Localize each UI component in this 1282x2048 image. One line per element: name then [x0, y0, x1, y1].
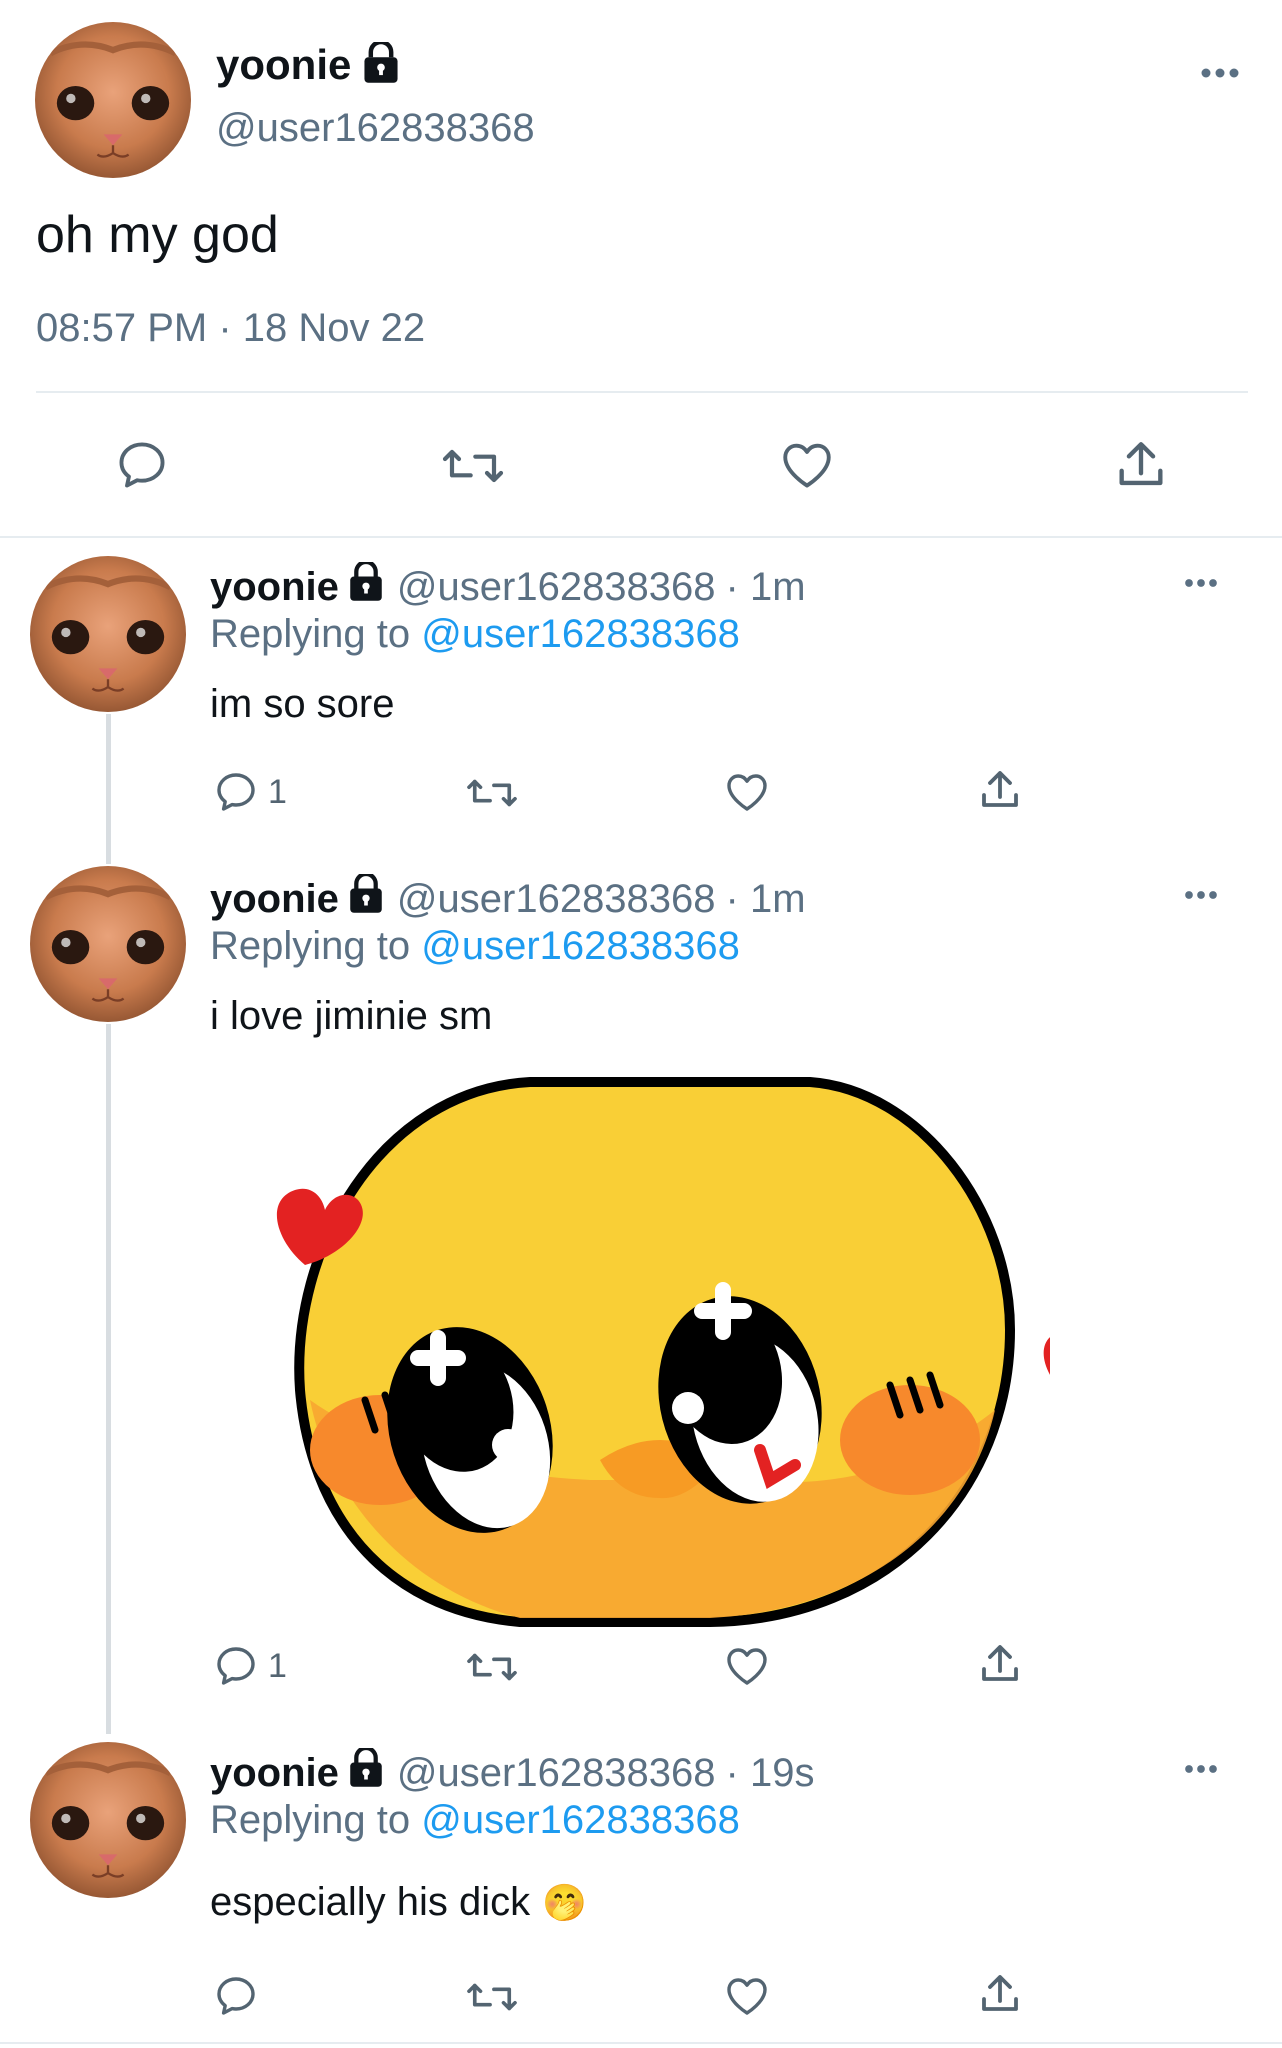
retweet-icon — [467, 1653, 517, 1681]
more-icon[interactable] — [1182, 888, 1220, 906]
retweet-icon — [467, 1983, 517, 2011]
reply-text: im so sore — [210, 682, 395, 726]
timestamp: 08:57 PM · 18 Nov 22 — [36, 306, 426, 350]
thread-line — [106, 1024, 111, 1734]
replying-to-label: Replying to — [210, 612, 411, 656]
replying-to: Replying to @user162838368 — [210, 924, 740, 969]
share-icon — [982, 1975, 1018, 2011]
divider — [0, 2042, 1282, 2044]
reply-header: yoonie @user162838368 · 1m — [210, 872, 806, 926]
share-button[interactable] — [976, 1970, 1024, 2020]
replying-to-label: Replying to — [210, 924, 411, 968]
relative-time: · 1m — [725, 876, 806, 921]
retweet-button[interactable] — [464, 1974, 520, 2020]
mention-link[interactable]: @user162838368 — [421, 612, 740, 656]
reply-count: 1 — [268, 772, 287, 811]
retweet-button[interactable] — [464, 770, 520, 816]
tweet-media-sticker[interactable] — [218, 1070, 1124, 1630]
display-name[interactable]: yoonie — [216, 41, 351, 89]
like-icon — [727, 1648, 767, 1685]
like-button[interactable] — [722, 1642, 772, 1690]
retweet-button[interactable] — [464, 1644, 520, 1690]
like-icon — [783, 443, 831, 488]
like-button[interactable] — [776, 436, 838, 494]
display-name[interactable]: yoonie — [210, 565, 339, 610]
reply-text: especially his dick — [210, 1880, 531, 1924]
reply-button[interactable]: 1 — [212, 1642, 287, 1690]
share-button[interactable] — [976, 1640, 1024, 1690]
retweet-icon — [467, 779, 517, 807]
reply-button[interactable]: 1 — [212, 768, 287, 816]
emoji-hand-over-mouth: 🤭 — [542, 1881, 587, 1923]
like-icon — [727, 1978, 767, 2015]
share-icon — [982, 771, 1018, 807]
more-icon[interactable] — [1182, 1762, 1220, 1780]
reply-text: i love jiminie sm — [210, 994, 493, 1038]
like-button[interactable] — [722, 1972, 772, 2020]
replying-to-label: Replying to — [210, 1798, 411, 1842]
lock-icon — [347, 562, 385, 612]
avatar[interactable] — [35, 22, 191, 178]
reply-icon — [217, 773, 255, 811]
reply-count: 1 — [268, 1646, 287, 1685]
tweet-text: oh my god — [36, 206, 279, 264]
retweet-button[interactable] — [440, 438, 506, 494]
replying-to: Replying to @user162838368 — [210, 1798, 740, 1843]
reply-button[interactable] — [112, 436, 172, 494]
like-button[interactable] — [722, 768, 772, 816]
lock-icon — [347, 1748, 385, 1798]
more-icon[interactable] — [1182, 576, 1220, 594]
thread-line — [106, 714, 111, 864]
share-icon — [982, 1645, 1018, 1681]
more-icon[interactable] — [1200, 66, 1240, 85]
share-button[interactable] — [1112, 436, 1170, 496]
display-name[interactable]: yoonie — [210, 1751, 339, 1796]
reply-header: yoonie @user162838368 · 19s — [210, 1746, 814, 1800]
reply-button[interactable] — [212, 1972, 260, 2020]
retweet-icon — [442, 449, 504, 483]
divider — [36, 391, 1248, 393]
share-button[interactable] — [976, 766, 1024, 816]
like-icon — [727, 774, 767, 811]
handle[interactable]: @user162838368 — [397, 1751, 716, 1796]
reply-icon — [119, 442, 165, 488]
relative-time: · 19s — [725, 1750, 815, 1795]
avatar[interactable] — [30, 1742, 186, 1898]
handle[interactable]: @user162838368 — [397, 565, 716, 610]
mention-link[interactable]: @user162838368 — [421, 1798, 740, 1842]
handle[interactable]: @user162838368 — [397, 877, 716, 922]
handle[interactable]: @user162838368 — [216, 106, 535, 151]
avatar[interactable] — [30, 556, 186, 712]
reply-icon — [217, 1647, 255, 1685]
relative-time: · 1m — [725, 564, 806, 609]
lock-icon — [347, 874, 385, 924]
mention-link[interactable]: @user162838368 — [421, 924, 740, 968]
share-icon — [1119, 442, 1163, 486]
lock-icon — [361, 42, 401, 89]
reply-icon — [217, 1977, 255, 2015]
display-name[interactable]: yoonie — [210, 877, 339, 922]
avatar[interactable] — [30, 866, 186, 1022]
reply-header: yoonie @user162838368 · 1m — [210, 560, 806, 614]
author-row: yoonie — [216, 40, 401, 90]
reply-text-row: especially his dick 🤭 — [210, 1880, 587, 1925]
replying-to: Replying to @user162838368 — [210, 612, 740, 657]
divider — [0, 536, 1282, 538]
